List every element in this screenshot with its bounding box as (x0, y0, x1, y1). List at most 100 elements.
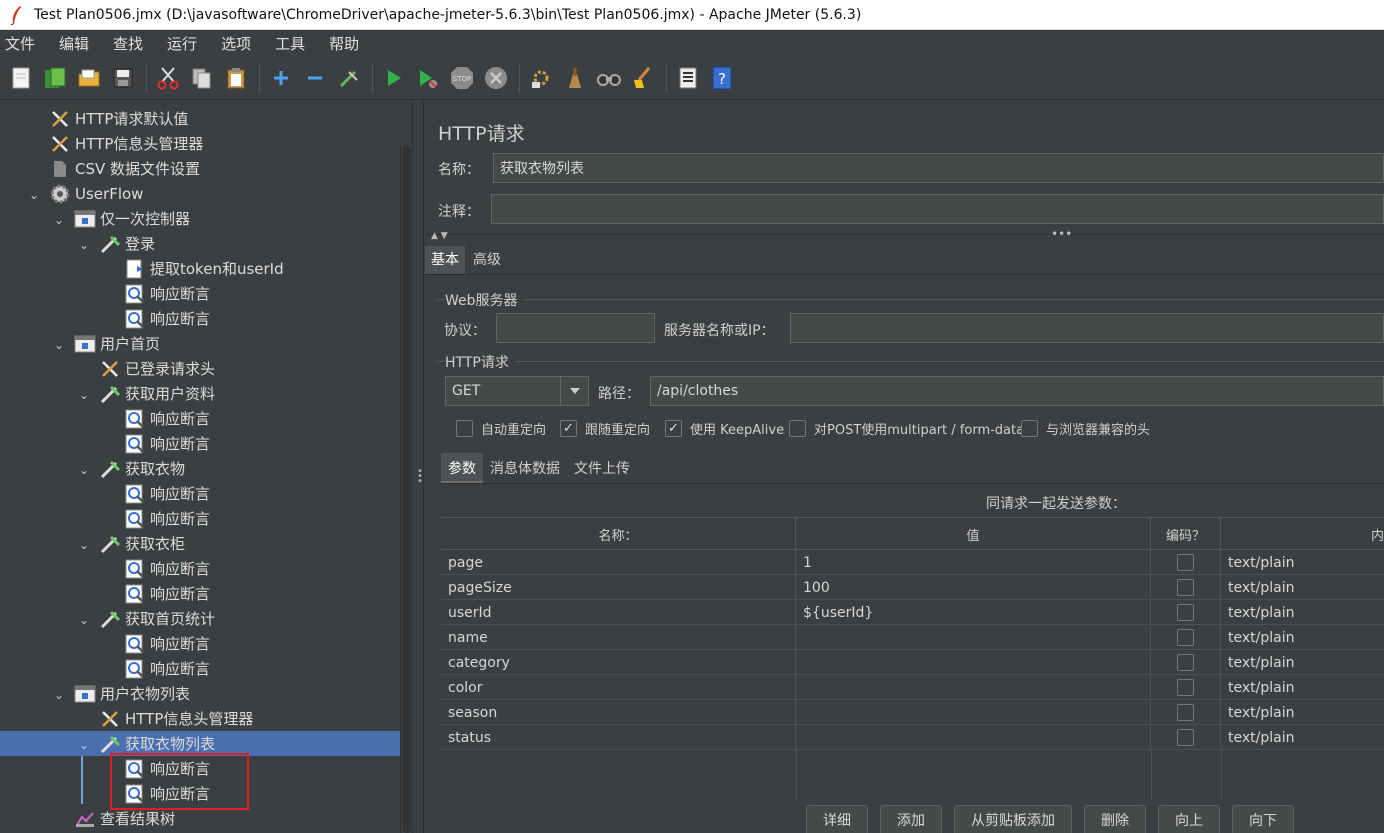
tree-node[interactable]: 响应断言 (124, 556, 210, 581)
menu-tools[interactable]: 工具 (274, 33, 316, 54)
encode-checkbox[interactable] (1177, 704, 1194, 721)
tree-node[interactable]: 响应断言 (124, 281, 210, 306)
tree-node[interactable]: 已登录请求头 (99, 356, 215, 381)
stop-icon[interactable]: STOP (449, 65, 475, 91)
param-name-cell[interactable]: season (441, 700, 796, 725)
encode-checkbox-cell[interactable] (1151, 600, 1221, 625)
content-type-cell[interactable]: text/plain (1221, 675, 1384, 700)
server-field[interactable] (790, 313, 1384, 343)
menu-edit[interactable]: 编辑 (58, 33, 100, 54)
menu-help[interactable]: 帮助 (328, 33, 370, 54)
column-header[interactable]: 值 (796, 518, 1151, 550)
column-header[interactable]: 名称： (441, 518, 796, 550)
column-header[interactable]: 编码？ (1151, 518, 1221, 550)
tree-node[interactable]: 提取token和userId (124, 256, 284, 281)
table-row[interactable]: status text/plain (441, 725, 1384, 750)
collapse-arrows-icon[interactable]: ▲ ▼ (431, 231, 448, 241)
chevron-down-icon[interactable] (560, 377, 588, 405)
name-field[interactable]: 获取衣物列表 (493, 153, 1384, 183)
encode-checkbox[interactable] (1177, 679, 1194, 696)
tree-node[interactable]: 用户衣物列表 (74, 681, 190, 706)
encode-checkbox-cell[interactable] (1151, 700, 1221, 725)
tree-node[interactable]: 响应断言 (124, 581, 210, 606)
tree-node[interactable]: 用户首页 (74, 331, 160, 356)
tree-node[interactable]: HTTP信息头管理器 (99, 706, 253, 731)
comment-field[interactable] (491, 194, 1384, 224)
expand-arrow-icon[interactable]: ⌄ (77, 538, 91, 552)
table-row[interactable]: pageSize 100 text/plain (441, 575, 1384, 600)
toggle-icon[interactable] (336, 65, 362, 91)
param-name-cell[interactable]: color (441, 675, 796, 700)
help-icon[interactable]: ? (709, 65, 735, 91)
clear-all-icon[interactable] (562, 65, 588, 91)
menu-run[interactable]: 运行 (166, 33, 208, 54)
save-icon[interactable] (110, 65, 136, 91)
table-row[interactable]: userId ${userId} text/plain (441, 600, 1384, 625)
tree-node[interactable]: 响应断言 (124, 631, 210, 656)
encode-checkbox-cell[interactable] (1151, 550, 1221, 575)
path-field[interactable]: /api/clothes (650, 376, 1384, 406)
cut-icon[interactable] (155, 65, 181, 91)
table-row[interactable]: page 1 text/plain (441, 550, 1384, 575)
params-table[interactable]: 名称： 值 编码？ 内 page 1 text/plain pageSize 100 te… (441, 517, 1384, 800)
encode-checkbox-cell[interactable] (1151, 650, 1221, 675)
tree-node[interactable]: UserFlow (49, 181, 143, 206)
param-name-cell[interactable]: category (441, 650, 796, 675)
encode-checkbox[interactable] (1177, 579, 1194, 596)
expand-arrow-icon[interactable]: ⌄ (27, 188, 41, 202)
detail-button[interactable]: 详细 (806, 805, 868, 833)
tree-node[interactable]: 获取衣物 (99, 456, 185, 481)
menu-options[interactable]: 选项 (220, 33, 262, 54)
tab-body-data[interactable]: 消息体数据 (483, 453, 567, 483)
checkbox[interactable] (456, 420, 473, 437)
param-value-cell[interactable] (796, 725, 1151, 750)
protocol-field[interactable] (496, 313, 655, 343)
checkbox-checked[interactable]: ✓ (665, 420, 682, 437)
checkbox[interactable] (1021, 420, 1038, 437)
function-helper-icon[interactable] (675, 65, 701, 91)
open-icon[interactable] (76, 65, 102, 91)
search-icon[interactable] (596, 65, 622, 91)
option-follow-redirect[interactable]: ✓ 跟随重定向 (560, 419, 650, 438)
tab-advanced[interactable]: 高级 (467, 246, 507, 274)
move-down-button[interactable]: 向下 (1232, 805, 1294, 833)
option-browser-compatible[interactable]: 与浏览器兼容的头 (1021, 419, 1150, 438)
column-header[interactable]: 内 (1221, 518, 1384, 550)
table-row[interactable]: season text/plain (441, 700, 1384, 725)
param-name-cell[interactable]: userId (441, 600, 796, 625)
tree-node[interactable]: HTTP信息头管理器 (49, 131, 203, 156)
add-from-clipboard-button[interactable]: 从剪贴板添加 (954, 805, 1072, 833)
start-no-pause-icon[interactable] (415, 65, 441, 91)
shutdown-icon[interactable] (483, 65, 509, 91)
encode-checkbox-cell[interactable] (1151, 625, 1221, 650)
expand-arrow-icon[interactable]: ⌄ (52, 213, 66, 227)
encode-checkbox[interactable] (1177, 554, 1194, 571)
tree-node[interactable]: 仅一次控制器 (74, 206, 190, 231)
tree-node[interactable]: 获取首页统计 (99, 606, 215, 631)
start-icon[interactable] (381, 65, 407, 91)
encode-checkbox[interactable] (1177, 604, 1194, 621)
option-multipart[interactable]: 对POST使用multipart / form-data (789, 419, 1024, 438)
content-type-cell[interactable]: text/plain (1221, 550, 1384, 575)
content-type-cell[interactable]: text/plain (1221, 575, 1384, 600)
encode-checkbox[interactable] (1177, 654, 1194, 671)
expand-icon[interactable] (268, 65, 294, 91)
tree-node[interactable]: 响应断言 (124, 306, 210, 331)
param-name-cell[interactable]: page (441, 550, 796, 575)
table-row[interactable]: category text/plain (441, 650, 1384, 675)
encode-checkbox[interactable] (1177, 729, 1194, 746)
encode-checkbox-cell[interactable] (1151, 575, 1221, 600)
copy-icon[interactable] (189, 65, 215, 91)
tree-node[interactable]: 响应断言 (124, 506, 210, 531)
tree-node[interactable]: 响应断言 (124, 656, 210, 681)
encode-checkbox[interactable] (1177, 629, 1194, 646)
expand-arrow-icon[interactable]: ⌄ (52, 688, 66, 702)
expand-arrow-icon[interactable]: ⌄ (52, 338, 66, 352)
add-button[interactable]: 添加 (880, 805, 942, 833)
checkbox[interactable] (789, 420, 806, 437)
collapse-icon[interactable] (302, 65, 328, 91)
expand-arrow-icon[interactable]: ⌄ (77, 388, 91, 402)
param-value-cell[interactable] (796, 675, 1151, 700)
tree-node[interactable]: 获取用户资料 (99, 381, 215, 406)
tree-node[interactable]: 获取衣柜 (99, 531, 185, 556)
